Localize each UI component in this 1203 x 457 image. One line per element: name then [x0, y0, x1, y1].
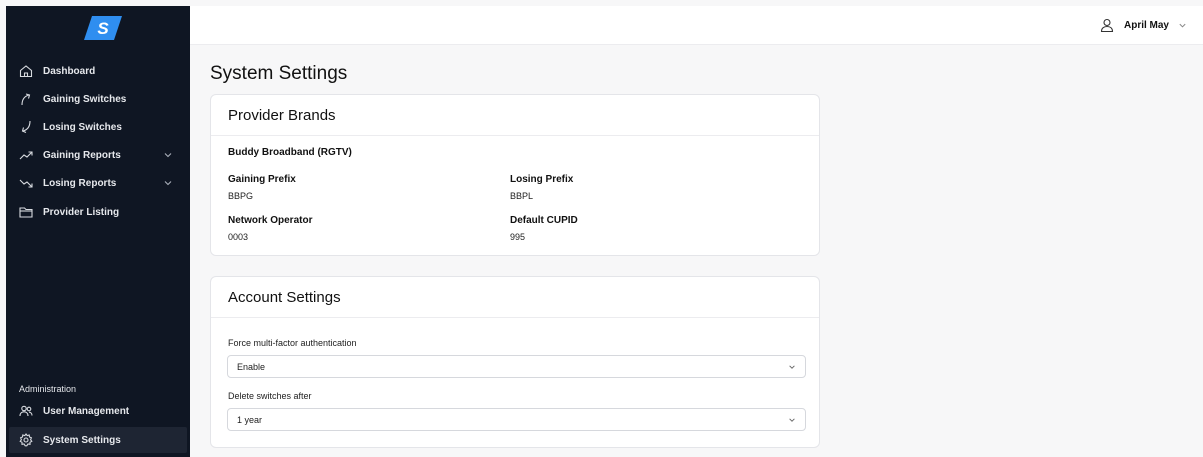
sidebar-item-gaining-switches[interactable]: Gaining Switches: [6, 86, 190, 112]
mfa-label: Force multi-factor authentication: [228, 338, 357, 348]
sidebar-item-label: System Settings: [43, 434, 121, 446]
user-icon: [1100, 18, 1114, 32]
trending-up-icon: [19, 148, 33, 162]
sidebar-item-label: User Management: [43, 405, 130, 417]
sidebar-item-label: Dashboard: [43, 65, 96, 77]
losing-prefix-label: Losing Prefix: [510, 174, 574, 185]
sidebar-item-gaining-reports[interactable]: Gaining Reports: [6, 142, 190, 168]
provider-brands-title: Provider Brands: [211, 95, 819, 136]
sidebar-item-user-management[interactable]: User Management: [6, 398, 190, 424]
users-icon: [19, 404, 33, 418]
administration-heading: Administration: [19, 384, 77, 394]
chevron-down-icon: [1179, 23, 1186, 28]
home-icon: [19, 64, 33, 78]
top-bar: April May: [190, 6, 1203, 45]
sidebar-item-provider-listing[interactable]: Provider Listing: [6, 199, 190, 225]
user-menu[interactable]: April May: [1100, 18, 1187, 32]
network-operator-value: 0003: [228, 232, 249, 242]
sidebar-item-label: Gaining Reports: [43, 149, 121, 161]
sidebar: S Dashboard Gaining Switches Losing Swit…: [6, 6, 190, 457]
gaining-prefix-value: BBPG: [228, 191, 254, 201]
page-title: System Settings: [210, 63, 348, 84]
network-operator-label: Network Operator: [228, 215, 313, 226]
delete-switches-label: Delete switches after: [228, 391, 312, 401]
trending-down-icon: [19, 176, 33, 190]
brand-name: Buddy Broadband (RGTV): [228, 147, 352, 158]
default-cupid-label: Default CUPID: [510, 215, 578, 226]
sidebar-item-losing-reports[interactable]: Losing Reports: [6, 170, 190, 196]
arrow-down-icon: [19, 120, 33, 134]
losing-prefix-value: BBPL: [510, 191, 534, 201]
gaining-prefix-label: Gaining Prefix: [228, 174, 296, 185]
sidebar-item-label: Losing Switches: [43, 121, 122, 133]
app-logo[interactable]: S: [84, 14, 122, 42]
delete-switches-select[interactable]: 1 year: [227, 408, 806, 431]
sidebar-item-label: Provider Listing: [43, 206, 120, 218]
folder-icon: [19, 205, 33, 219]
gear-icon: [19, 433, 33, 447]
app-logo-letter: S: [97, 19, 109, 38]
account-settings-title: Account Settings: [211, 277, 819, 318]
chevron-down-icon: [789, 418, 795, 422]
chevron-down-icon[interactable]: [163, 178, 173, 188]
user-name: April May: [1123, 19, 1169, 31]
sidebar-item-label: Losing Reports: [43, 177, 117, 189]
sidebar-item-label: Gaining Switches: [43, 93, 127, 105]
sidebar-item-system-settings[interactable]: System Settings: [9, 427, 187, 453]
mfa-select-value: Enable: [237, 361, 266, 372]
provider-brands-card: Provider Brands Buddy Broadband (RGTV) G…: [210, 94, 820, 256]
mfa-select[interactable]: Enable: [227, 355, 806, 378]
chevron-down-icon: [789, 365, 795, 369]
default-cupid-value: 995: [510, 232, 526, 242]
sidebar-item-losing-switches[interactable]: Losing Switches: [6, 114, 190, 140]
chevron-down-icon[interactable]: [163, 150, 173, 160]
account-settings-card: Account Settings Force multi-factor auth…: [210, 276, 820, 448]
sidebar-item-dashboard[interactable]: Dashboard: [6, 58, 190, 84]
delete-switches-select-value: 1 year: [237, 414, 263, 425]
arrow-up-icon: [19, 92, 33, 106]
